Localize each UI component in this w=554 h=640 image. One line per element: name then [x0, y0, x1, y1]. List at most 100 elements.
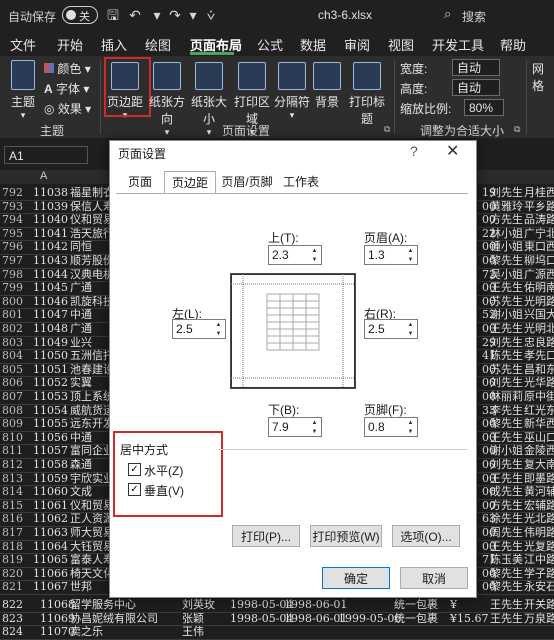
contact-cell[interactable]: 王先生: [490, 431, 523, 444]
cell[interactable]: 卖之乐: [70, 625, 103, 638]
background-button[interactable]: 背景: [312, 62, 342, 110]
contact-cell[interactable]: 苏先生: [490, 363, 523, 376]
close-icon[interactable]: ✕: [446, 141, 459, 161]
tab-developer[interactable]: 开发工具: [432, 35, 484, 54]
address-cell[interactable]: 昌和东: [524, 363, 554, 376]
cell[interactable]: 王先生: [490, 612, 523, 625]
spin-down-icon[interactable]: ▼: [309, 428, 320, 436]
contact-cell[interactable]: 王先生: [490, 281, 523, 294]
address-cell[interactable]: 兴国大: [524, 308, 554, 321]
contact-cell[interactable]: 刘先生: [490, 376, 523, 389]
order-id-cell[interactable]: 11038: [30, 186, 68, 199]
cell[interactable]: 统一包裹: [394, 612, 438, 625]
tab-page[interactable]: 页面: [118, 171, 162, 193]
tab-margins[interactable]: 页边距: [164, 171, 216, 194]
row-number[interactable]: 800: [2, 295, 28, 308]
spin-down-icon[interactable]: ▼: [213, 330, 224, 338]
contact-cell[interactable]: 刘先生: [490, 336, 523, 349]
order-id-cell[interactable]: 11048: [30, 322, 68, 335]
address-cell[interactable]: 月桂西: [524, 186, 554, 199]
tab-formulas[interactable]: 公式: [257, 35, 283, 54]
help-icon[interactable]: ?: [410, 143, 418, 159]
address-cell[interactable]: 東口西: [524, 240, 554, 253]
contact-cell[interactable]: 黄雅玲: [490, 200, 523, 213]
contact-cell[interactable]: 徐先生: [490, 512, 523, 525]
address-cell[interactable]: 原中街: [524, 390, 554, 403]
address-cell[interactable]: 伟明路: [524, 526, 554, 539]
order-id-cell[interactable]: 11047: [30, 308, 68, 321]
tab-insert[interactable]: 插入: [101, 35, 127, 54]
cell[interactable]: 统一包裹: [394, 598, 438, 611]
row-number[interactable]: 822: [2, 598, 23, 611]
save-icon[interactable]: 🖫: [104, 6, 122, 24]
spin-up-icon[interactable]: ▲: [309, 419, 320, 427]
order-id-cell[interactable]: 11059: [30, 472, 68, 485]
order-id-cell[interactable]: 11041: [30, 227, 68, 240]
contact-cell[interactable]: 黎先生: [490, 254, 523, 267]
address-cell[interactable]: 光复路: [524, 540, 554, 553]
row-number[interactable]: 808: [2, 404, 28, 417]
row-number[interactable]: 792: [2, 186, 28, 199]
width-dropdown[interactable]: 自动: [452, 59, 500, 76]
address-cell[interactable]: 孝先口: [524, 349, 554, 362]
tab-view[interactable]: 视图: [388, 35, 414, 54]
orientation-button[interactable]: 纸张方向 ▾: [146, 62, 188, 138]
order-id-cell[interactable]: 11051: [30, 363, 68, 376]
undo-icon[interactable]: ↶: [126, 6, 144, 24]
order-id-cell[interactable]: 11061: [30, 499, 68, 512]
order-id-cell[interactable]: 11055: [30, 417, 68, 430]
order-id-cell[interactable]: 11050: [30, 349, 68, 362]
contact-cell[interactable]: 王先生: [490, 540, 523, 553]
row-number[interactable]: 824: [2, 625, 23, 638]
order-id-cell[interactable]: 11043: [30, 254, 68, 267]
order-id-cell[interactable]: 11054: [30, 404, 68, 417]
row-number[interactable]: 809: [2, 417, 28, 430]
address-cell[interactable]: 江中路: [524, 553, 554, 566]
tab-sheet[interactable]: 工作表: [278, 171, 324, 193]
row-number[interactable]: 816: [2, 512, 28, 525]
address-cell[interactable]: 光华路: [524, 376, 554, 389]
page-setup-launcher-icon[interactable]: ⧉: [384, 124, 390, 135]
row-number[interactable]: 812: [2, 458, 28, 471]
address-cell[interactable]: 佑明南: [524, 281, 554, 294]
row-number[interactable]: 807: [2, 390, 28, 403]
row-number[interactable]: 796: [2, 240, 28, 253]
cell[interactable]: 1999-05-06: [338, 612, 401, 625]
quick-access-customize-icon[interactable]: ⩒: [202, 6, 220, 24]
order-id-cell[interactable]: 11057: [30, 444, 68, 457]
contact-cell[interactable]: 李先生: [490, 404, 523, 417]
height-dropdown[interactable]: 自动: [452, 79, 500, 96]
left-margin-spinner[interactable]: 2.5 ▲ ▼: [172, 319, 226, 339]
autosave-toggle[interactable]: 关: [62, 6, 98, 24]
cell[interactable]: 刘英玫: [182, 598, 215, 611]
tab-help[interactable]: 帮助: [500, 35, 526, 54]
row-number[interactable]: 820: [2, 567, 28, 580]
row-number[interactable]: 804: [2, 349, 28, 362]
row-number[interactable]: 802: [2, 322, 28, 335]
cell[interactable]: 协昌妮绒有限公司: [70, 612, 158, 625]
order-id-cell[interactable]: 11066: [30, 567, 68, 580]
cancel-button[interactable]: 取消: [400, 567, 468, 589]
breaks-button[interactable]: 分隔符 ▾: [274, 62, 310, 121]
row-number[interactable]: 799: [2, 281, 28, 294]
address-cell[interactable]: 即墨路: [524, 472, 554, 485]
cell[interactable]: 王先生: [490, 598, 523, 611]
contact-cell[interactable]: 周先生: [490, 526, 523, 539]
tab-home[interactable]: 开始: [57, 35, 83, 54]
row-number[interactable]: 801: [2, 308, 28, 321]
address-cell[interactable]: 平乡路: [524, 200, 554, 213]
cell[interactable]: 开关路: [524, 598, 554, 611]
cell[interactable]: ¥15.67: [450, 612, 489, 625]
address-cell[interactable]: 巫山口: [524, 431, 554, 444]
order-id-cell[interactable]: 11060: [30, 485, 68, 498]
address-cell[interactable]: 永安石: [524, 580, 554, 593]
address-cell[interactable]: 金陵西: [524, 444, 554, 457]
row-number[interactable]: 805: [2, 363, 28, 376]
vertical-checkbox[interactable]: ✓: [128, 483, 141, 496]
row-number[interactable]: 813: [2, 472, 28, 485]
contact-cell[interactable]: 谢小姐: [490, 308, 523, 321]
row-number[interactable]: 823: [2, 612, 23, 625]
ok-button[interactable]: 确定: [322, 567, 390, 589]
address-cell[interactable]: 柳坞口: [524, 254, 554, 267]
redo-dropdown-icon[interactable]: ▾: [184, 6, 202, 24]
